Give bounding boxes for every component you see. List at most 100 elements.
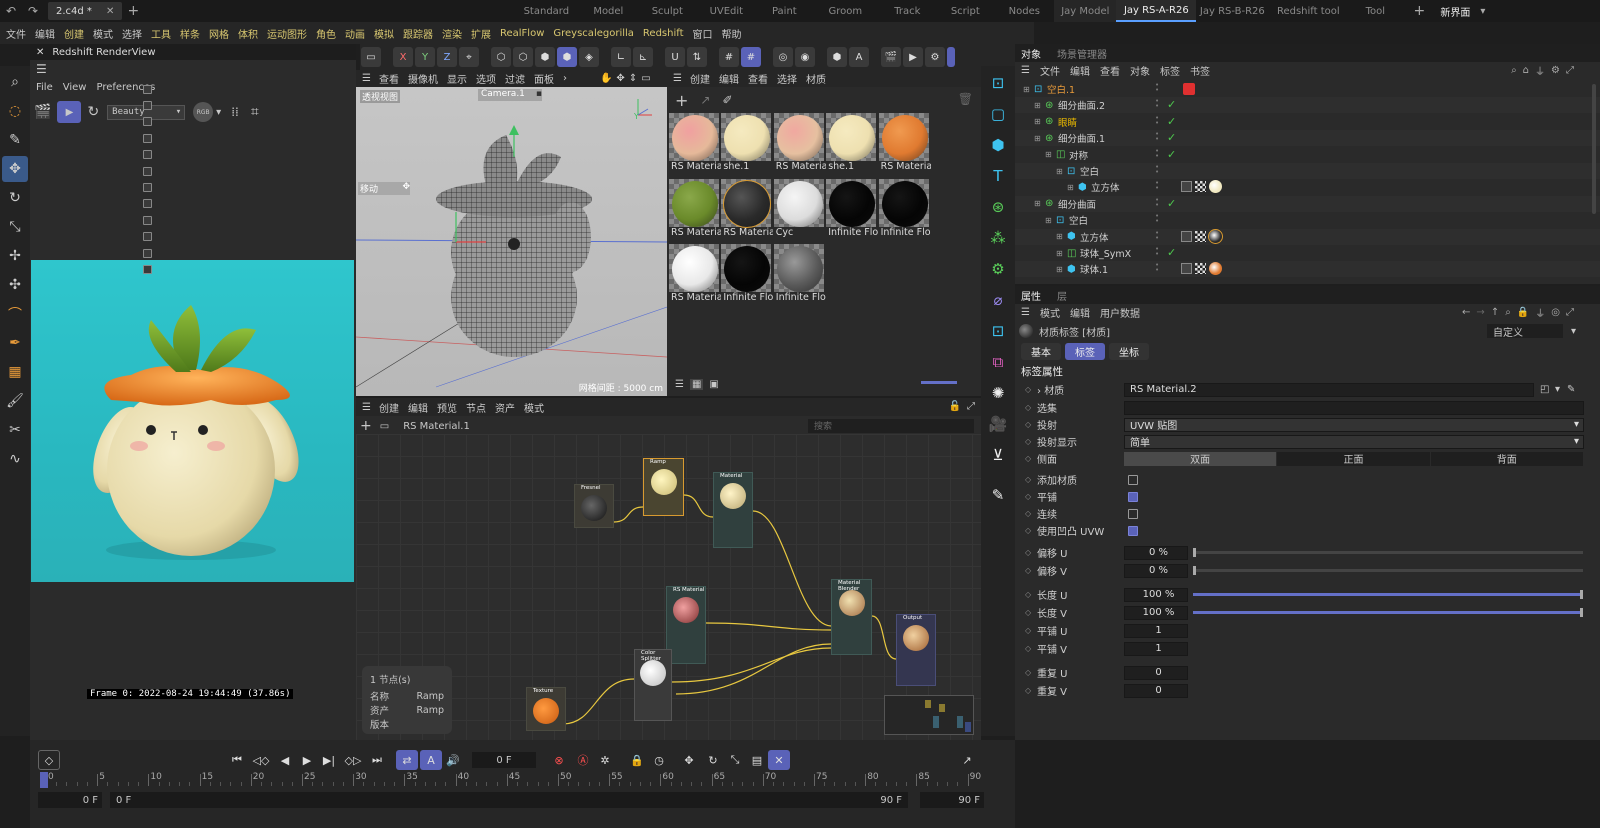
visibility-dots[interactable]: • •	[1155, 131, 1159, 143]
forward-icon[interactable]: →	[1476, 307, 1484, 318]
home-icon[interactable]: ⌂	[1523, 65, 1529, 76]
viewport-menu-item[interactable]: 选项	[476, 71, 496, 86]
layout-tab-groom[interactable]: Groom	[812, 0, 878, 22]
visibility-dots[interactable]: • •	[1155, 98, 1159, 110]
material-tag-icon[interactable]	[1208, 228, 1223, 244]
hamburger-icon[interactable]: ☰	[362, 73, 371, 84]
object-row[interactable]: ⊞ ⊡ 空白 • •	[143, 212, 1600, 228]
object-row[interactable]: ⊞ ⊛ 眼睛 • • ✓	[143, 114, 1600, 130]
menu-item[interactable]: Greyscalegorilla	[553, 28, 634, 39]
object-row[interactable]: ⊞ ⊡ 空白 • •	[143, 163, 1600, 179]
expand-icon[interactable]: ⊞	[1034, 199, 1041, 208]
side-option[interactable]: 正面	[1277, 451, 1430, 466]
undo-icon[interactable]: ↶	[0, 0, 22, 22]
expand-icon[interactable]: ⊞	[1045, 150, 1052, 159]
expand-icon[interactable]: ⊞	[1067, 183, 1074, 192]
material-menu-item[interactable]: 选择	[777, 71, 797, 86]
expand-icon[interactable]: ⊞	[1045, 216, 1052, 225]
model-mode-icon[interactable]: ⬢	[557, 47, 577, 67]
playhead[interactable]	[40, 772, 48, 788]
node-minimap[interactable]	[884, 695, 974, 735]
text-icon[interactable]: T	[984, 162, 1012, 190]
material-swatch[interactable]: RS Materia	[878, 113, 931, 177]
search-icon[interactable]: ⌕	[2, 69, 28, 95]
menu-item[interactable]: 动画	[345, 26, 365, 41]
side-option[interactable]: 背面	[1430, 451, 1583, 466]
node-menu-item[interactable]: 模式	[524, 400, 544, 415]
material-swatch[interactable]: RS Materia	[773, 113, 826, 177]
tag-red-cube-icon[interactable]	[1183, 83, 1195, 95]
material-swatch[interactable]: she.1	[826, 113, 878, 177]
slider-handle[interactable]	[1580, 608, 1583, 617]
cubes-icon[interactable]: ▦	[2, 359, 28, 385]
sketch-icon[interactable]: ∿	[2, 446, 28, 472]
range-start-field[interactable]: 0 F	[38, 792, 102, 808]
chevron-down-icon[interactable]: ▾	[1571, 326, 1576, 337]
magnet-icon[interactable]: U	[665, 47, 685, 67]
layout-tab-uvedit[interactable]: UVEdit	[696, 0, 756, 22]
rs-material-node[interactable]: RS Material	[666, 586, 706, 664]
lock-icon[interactable]: 🔒	[1517, 307, 1529, 318]
spline-icon[interactable]: ⌒	[2, 301, 28, 327]
visibility-checkbox[interactable]	[143, 133, 152, 143]
target-icon[interactable]: ◎	[1551, 307, 1560, 318]
expand-icon[interactable]: ⊞	[1034, 134, 1041, 143]
keyframe-icon[interactable]: ◇	[1025, 590, 1031, 599]
viewport-menu-item[interactable]: 摄像机	[408, 71, 438, 86]
node-menu-item[interactable]: 预览	[437, 400, 457, 415]
cube-view-icon[interactable]: ⬢	[827, 47, 847, 67]
material-menu-item[interactable]: 创建	[690, 71, 710, 86]
uv-tag-icon[interactable]	[1181, 230, 1192, 242]
x-axis-icon[interactable]: X	[393, 47, 413, 67]
camera-icon[interactable]: 🎥	[984, 410, 1012, 438]
attribute-menu-item[interactable]: 编辑	[1070, 305, 1090, 320]
deformer-icon[interactable]: ⌀	[984, 286, 1012, 314]
transform-icon[interactable]: ✢	[2, 243, 28, 269]
keyframe-icon[interactable]: ◇	[1025, 454, 1031, 463]
visibility-checkbox[interactable]	[143, 100, 152, 110]
material-swatch[interactable]: RS Materia	[669, 113, 721, 177]
tile-u-field[interactable]: 1	[1124, 623, 1188, 638]
ramp-node[interactable]: Ramp	[643, 458, 684, 516]
keyframe-icon[interactable]: ◇	[1025, 608, 1031, 617]
tab-layers[interactable]: 层	[1057, 288, 1067, 303]
uv-tag-icon[interactable]	[1181, 181, 1192, 193]
script-icon[interactable]: ✎	[984, 481, 1012, 509]
grid-icon[interactable]: #	[719, 47, 739, 67]
arrow-icon[interactable]: ↗	[700, 93, 710, 107]
lock-icon[interactable]: ◎	[773, 47, 793, 67]
object-menu-item[interactable]: 查看	[1100, 63, 1120, 78]
enabled-check-icon[interactable]: ✓	[1167, 246, 1176, 259]
tab-attributes[interactable]: 属性	[1021, 288, 1041, 303]
add-layout-icon[interactable]: +	[1408, 0, 1430, 22]
menu-item[interactable]: 文件	[6, 26, 26, 41]
layout-tab-standard[interactable]: Standard	[514, 0, 578, 22]
material-swatch[interactable]: Infinite Flo	[773, 244, 826, 308]
layout-tab-sculpt[interactable]: Sculpt	[638, 0, 696, 22]
expand-icon[interactable]: ⊞	[1056, 265, 1063, 274]
menu-item[interactable]: 模拟	[374, 26, 394, 41]
keyframe-icon[interactable]: ◇	[1025, 403, 1031, 412]
keyframe-icon[interactable]: ◇	[1025, 437, 1031, 446]
pen-icon[interactable]: ✎	[1567, 384, 1575, 395]
color-splitter-node[interactable]: Color Splitter	[634, 649, 672, 721]
layout-tab-script[interactable]: Script	[936, 0, 994, 22]
checker-tag-icon[interactable]	[1195, 263, 1206, 275]
menu-item[interactable]: 模式	[93, 26, 113, 41]
layout-tab-jay-rs-a-r26[interactable]: Jay RS-A-R26	[1116, 0, 1197, 22]
menu-item[interactable]: 工具	[151, 26, 171, 41]
chevron-right-icon[interactable]: ›	[563, 73, 567, 84]
keyframe-icon[interactable]: ◇	[1025, 644, 1031, 653]
node-menu-item[interactable]: 资产	[495, 400, 515, 415]
add-icon[interactable]: +	[675, 91, 688, 110]
render-play-button[interactable]: ▶	[57, 101, 82, 123]
menu-item[interactable]: 跟踪器	[403, 26, 433, 41]
length-u-slider[interactable]	[1193, 590, 1583, 599]
slider-handle[interactable]	[1193, 566, 1196, 575]
lock-icon[interactable]: 🔓	[949, 401, 961, 412]
offset-u-field[interactable]: 0 %	[1124, 545, 1188, 560]
node-search-input[interactable]: 搜索	[808, 419, 974, 433]
rs-icon[interactable]	[947, 47, 955, 67]
menu-item[interactable]: 扩展	[471, 26, 491, 41]
visibility-dots[interactable]: • •	[1155, 246, 1159, 258]
